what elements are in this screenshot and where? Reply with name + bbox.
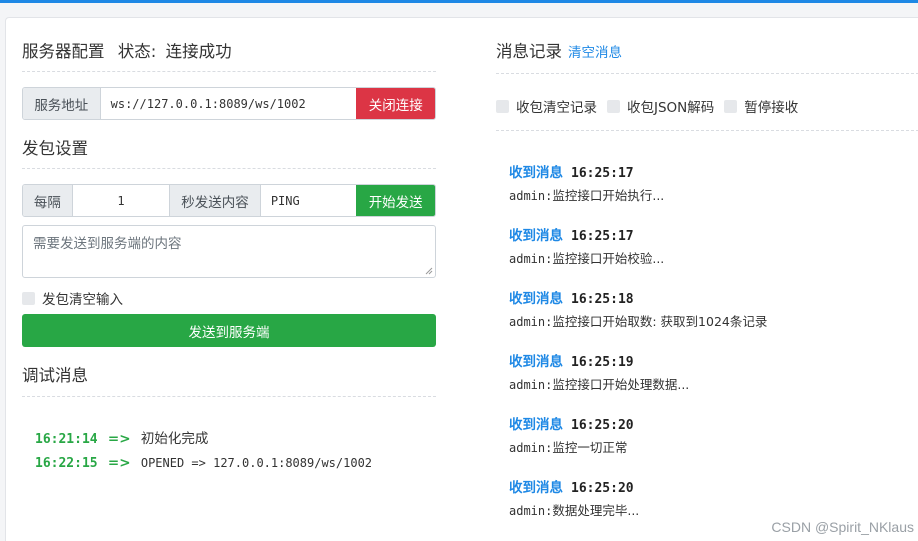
message-label: 收到消息 (509, 291, 563, 307)
message-text: 监控接口开始校验... (552, 251, 665, 266)
server-config-header: 服务器配置 状态: 连接成功 (22, 38, 240, 62)
divider (496, 73, 918, 74)
clear-messages-link[interactable]: 清空消息 (568, 41, 622, 61)
message-user: admin: (509, 441, 553, 455)
option-label: 收包JSON解码 (627, 100, 715, 116)
message-text: 监控接口开始取数: 获取到1024条记录 (552, 314, 768, 329)
message-text: 数据处理完毕... (552, 503, 640, 518)
debug-time: 16:21:14 (35, 432, 98, 447)
message-item: 收到消息 16:25:19 admin:监控接口开始处理数据... (509, 350, 689, 393)
clear-input-label: 发包清空输入 (42, 292, 123, 308)
message-user: admin: (509, 252, 553, 266)
message-user: admin: (509, 315, 553, 329)
server-address-group: 服务地址 ws://127.0.0.1:8089/ws/1002 关闭连接 (22, 87, 436, 120)
address-input[interactable]: ws://127.0.0.1:8089/ws/1002 (100, 88, 357, 119)
divider (22, 168, 436, 169)
server-config-title: 服务器配置 (22, 42, 105, 61)
message-item: 收到消息 16:25:17 admin:监控接口开始执行... (509, 161, 664, 204)
divider (496, 130, 918, 131)
debug-message: OPENED => 127.0.0.1:8089/ws/1002 (140, 456, 373, 470)
send-settings-title: 发包设置 (22, 139, 88, 158)
message-user: admin: (509, 378, 553, 392)
debug-arrow: => (107, 455, 131, 471)
message-time: 16:25:20 (571, 481, 634, 496)
option-json-decode[interactable]: 收包JSON解码 (607, 96, 714, 116)
clear-input-checkbox[interactable] (22, 291, 35, 305)
message-item: 收到消息 16:25:18 admin:监控接口开始取数: 获取到1024条记录 (509, 287, 767, 330)
message-time: 16:25:17 (571, 229, 634, 244)
clear-input-option[interactable]: 发包清空输入 (22, 288, 123, 308)
option-label: 暂停接收 (744, 100, 799, 116)
option-label: 收包清空记录 (516, 100, 597, 116)
message-text: 监控一切正常 (552, 440, 628, 455)
message-label: 收到消息 (509, 354, 563, 370)
status-value: 连接成功 (165, 42, 232, 61)
interval-input[interactable]: 1 (72, 185, 170, 216)
resize-handle-icon[interactable] (425, 267, 433, 275)
address-label: 服务地址 (23, 88, 101, 119)
message-label: 收到消息 (509, 417, 563, 433)
debug-time: 16:22:15 (35, 456, 98, 471)
debug-entry: 16:21:14 => 初始化完成 (35, 427, 208, 447)
message-text: 监控接口开始执行... (552, 188, 665, 203)
message-user: admin: (509, 189, 553, 203)
message-time: 16:25:17 (571, 166, 634, 181)
debug-entry: 16:22:15 => OPENED => 127.0.0.1:8089/ws/… (35, 455, 372, 471)
messages-title: 消息记录 (496, 42, 562, 61)
message-item: 收到消息 16:25:17 admin:监控接口开始校验... (509, 224, 664, 267)
message-options: 收包清空记录 收包JSON解码 暂停接收 (496, 96, 808, 116)
option-pause-receive[interactable]: 暂停接收 (724, 96, 798, 116)
content-label: 秒发送内容 (169, 185, 261, 216)
option-clear-on-receive[interactable]: 收包清空记录 (496, 96, 597, 116)
message-label: 收到消息 (509, 480, 563, 496)
send-interval-group: 每隔 1 秒发送内容 PING 开始发送 (22, 184, 436, 217)
message-label: 收到消息 (509, 165, 563, 181)
every-label: 每隔 (23, 185, 73, 216)
message-item: 收到消息 16:25:20 admin:数据处理完毕... (509, 476, 639, 519)
main-panel: 服务器配置 状态: 连接成功 服务地址 ws://127.0.0.1:8089/… (5, 17, 918, 541)
send-content-textarea[interactable]: 需要发送到服务端的内容 (22, 225, 436, 278)
message-time: 16:25:18 (571, 292, 634, 307)
debug-message: 初始化完成 (140, 431, 209, 447)
message-item: 收到消息 16:25:20 admin:监控一切正常 (509, 413, 634, 456)
top-accent-bar (0, 0, 918, 3)
start-sending-button[interactable]: 开始发送 (356, 185, 435, 216)
divider (22, 396, 436, 397)
debug-title: 调试消息 (22, 366, 88, 385)
divider (22, 71, 436, 72)
message-label: 收到消息 (509, 228, 563, 244)
json-decode-checkbox[interactable] (607, 99, 620, 113)
message-text: 监控接口开始处理数据... (552, 377, 690, 392)
watermark: CSDN @Spirit_NKlaus (771, 519, 914, 535)
message-time: 16:25:19 (571, 355, 634, 370)
debug-arrow: => (107, 431, 131, 447)
pause-receive-checkbox[interactable] (724, 99, 738, 113)
close-connection-button[interactable]: 关闭连接 (356, 88, 435, 119)
clear-on-receive-checkbox[interactable] (496, 99, 509, 113)
messages-header: 消息记录 清空消息 (496, 38, 622, 62)
message-user: admin: (509, 504, 553, 518)
message-time: 16:25:20 (571, 418, 634, 433)
textarea-placeholder: 需要发送到服务端的内容 (33, 236, 182, 252)
status-label: 状态: (117, 42, 157, 61)
content-input[interactable]: PING (260, 185, 357, 216)
send-to-server-button[interactable]: 发送到服务端 (22, 314, 436, 347)
